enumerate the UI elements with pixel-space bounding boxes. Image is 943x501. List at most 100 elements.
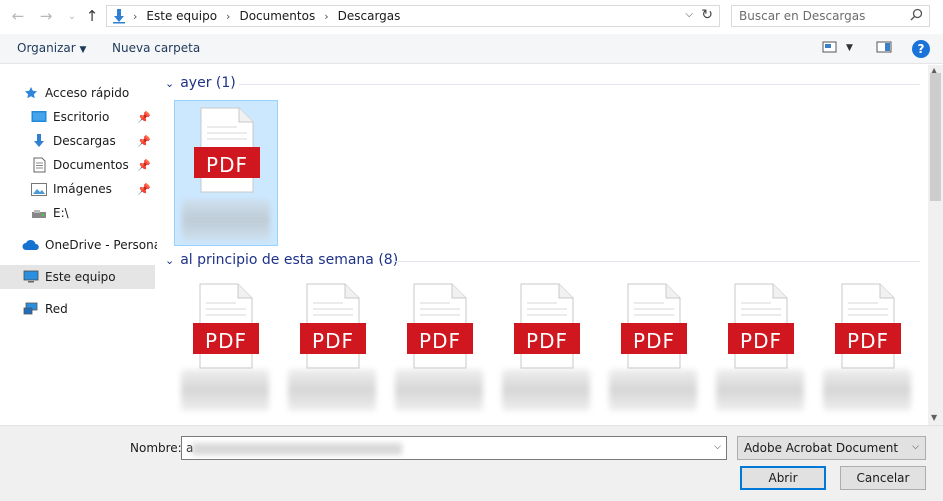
breadcrumb-este-equipo[interactable]: Este equipo bbox=[146, 9, 217, 23]
sidebar-item-onedrive[interactable]: OneDrive - Personal bbox=[22, 233, 164, 257]
address-history-chevron-icon[interactable]: ⌵ bbox=[685, 9, 693, 20]
pdf-file-icon: PDF bbox=[404, 283, 476, 372]
group-divider bbox=[239, 84, 920, 85]
up-arrow-icon[interactable]: ↑ bbox=[82, 6, 102, 26]
vertical-scrollbar[interactable]: ▲ ▼ bbox=[928, 65, 943, 425]
pdf-label: PDF bbox=[633, 329, 675, 353]
network-icon bbox=[22, 301, 40, 317]
preview-pane-icon[interactable] bbox=[876, 40, 892, 57]
sidebar-item-red[interactable]: Red bbox=[22, 297, 155, 321]
sidebar-item-imagenes[interactable]: Imágenes 📌 bbox=[30, 177, 155, 201]
download-arrow-icon bbox=[111, 8, 127, 24]
help-icon[interactable]: ? bbox=[912, 40, 930, 58]
pdf-file-icon: PDF bbox=[190, 283, 262, 372]
breadcrumb-separator-icon: › bbox=[133, 9, 138, 23]
new-folder-button[interactable]: Nueva carpeta bbox=[112, 41, 200, 55]
sidebar-item-label: Documentos bbox=[53, 158, 129, 172]
breadcrumb-separator-icon: › bbox=[226, 9, 231, 23]
documents-icon bbox=[30, 157, 48, 173]
usb-drive-icon bbox=[30, 205, 48, 221]
pdf-label: PDF bbox=[206, 153, 248, 177]
dropdown-arrow-icon: ▼ bbox=[79, 45, 87, 55]
pdf-file-icon: PDF bbox=[725, 283, 797, 372]
download-arrow-icon bbox=[30, 133, 48, 149]
file-item[interactable]: PDF bbox=[816, 277, 920, 423]
search-box[interactable]: Buscar en Descargas bbox=[731, 5, 930, 27]
file-name bbox=[609, 369, 697, 411]
file-item[interactable]: PDF bbox=[709, 277, 813, 423]
file-type-select[interactable]: Adobe Acrobat Document ⌵ bbox=[737, 436, 926, 460]
pin-icon[interactable]: 📌 bbox=[137, 135, 151, 148]
pin-icon[interactable]: 📌 bbox=[137, 111, 151, 124]
organize-label: Organizar bbox=[17, 41, 76, 55]
file-item[interactable]: PDF bbox=[281, 277, 385, 423]
sidebar-item-descargas[interactable]: Descargas 📌 bbox=[30, 129, 155, 153]
pdf-file-icon: PDF bbox=[832, 283, 904, 372]
sidebar-item-label: Red bbox=[45, 302, 68, 316]
view-dropdown-arrow-icon[interactable]: ▼ bbox=[846, 43, 853, 53]
group-header-esta-semana[interactable]: ⌄ al principio de esta semana (8) bbox=[165, 252, 398, 268]
sidebar-item-label: Escritorio bbox=[53, 110, 110, 124]
file-name-label: Nombre: bbox=[130, 441, 182, 455]
sidebar-item-documentos[interactable]: Documentos 📌 bbox=[30, 153, 155, 177]
file-item[interactable]: PDF bbox=[174, 100, 278, 246]
breadcrumb-separator-icon: › bbox=[324, 9, 329, 23]
sidebar-item-label: Acceso rápido bbox=[45, 86, 130, 100]
file-item[interactable]: PDF bbox=[495, 277, 599, 423]
pin-icon[interactable]: 📌 bbox=[137, 159, 151, 172]
navigation-bar: ← → ⌄ ↑ › Este equipo › Documentos › Des… bbox=[0, 0, 943, 34]
sidebar-item-escritorio[interactable]: Escritorio 📌 bbox=[30, 105, 155, 129]
forward-arrow-icon[interactable]: → bbox=[36, 6, 56, 26]
breadcrumb-descargas[interactable]: Descargas bbox=[338, 9, 401, 23]
search-icon[interactable] bbox=[910, 8, 923, 25]
sidebar-item-este-equipo[interactable]: Este equipo bbox=[0, 265, 155, 289]
pdf-label: PDF bbox=[526, 329, 568, 353]
chevron-down-icon[interactable]: ⌵ bbox=[714, 442, 721, 452]
collapse-chevron-icon[interactable]: ⌄ bbox=[165, 254, 174, 267]
desktop-folder-icon bbox=[30, 109, 48, 125]
scrollbar-thumb[interactable] bbox=[930, 73, 941, 201]
open-button[interactable]: Abrir bbox=[740, 466, 826, 490]
group-divider bbox=[393, 261, 920, 262]
sidebar-item-label: Descargas bbox=[53, 134, 116, 148]
pdf-label: PDF bbox=[847, 329, 889, 353]
pdf-file-icon: PDF bbox=[191, 107, 263, 196]
back-arrow-icon[interactable]: ← bbox=[8, 6, 28, 26]
file-item[interactable]: PDF bbox=[388, 277, 492, 423]
navigation-pane: Acceso rápido Escritorio 📌 Descargas 📌 D… bbox=[0, 65, 164, 425]
file-item[interactable]: PDF bbox=[174, 277, 278, 423]
address-bar[interactable]: › Este equipo › Documentos › Descargas ⌵… bbox=[106, 5, 720, 27]
cancel-button[interactable]: Cancelar bbox=[840, 466, 926, 490]
pdf-label: PDF bbox=[740, 329, 782, 353]
pin-icon[interactable]: 📌 bbox=[137, 183, 151, 196]
file-name bbox=[716, 369, 804, 411]
collapse-chevron-icon[interactable]: ⌄ bbox=[165, 77, 174, 90]
pdf-label: PDF bbox=[205, 329, 247, 353]
refresh-icon[interactable]: ↻ bbox=[701, 7, 713, 23]
pdf-label: PDF bbox=[419, 329, 461, 353]
scroll-down-arrow-icon[interactable]: ▼ bbox=[931, 413, 937, 422]
file-name bbox=[395, 369, 483, 411]
file-name-input[interactable]: a ⌵ bbox=[181, 436, 727, 460]
group-header-ayer[interactable]: ⌄ ayer (1) bbox=[165, 75, 236, 91]
sidebar-item-quick-access[interactable]: Acceso rápido bbox=[22, 81, 155, 105]
sidebar-item-label: OneDrive - Personal bbox=[45, 238, 165, 252]
file-name-redacted bbox=[192, 443, 402, 455]
recent-locations-chevron-icon[interactable]: ⌄ bbox=[62, 6, 82, 26]
view-options-icon[interactable] bbox=[822, 40, 838, 57]
file-name bbox=[288, 369, 376, 411]
file-dialog-footer: Nombre: a ⌵ Adobe Acrobat Document ⌵ Abr… bbox=[0, 425, 943, 501]
pdf-label: PDF bbox=[312, 329, 354, 353]
pictures-icon bbox=[30, 181, 48, 197]
sidebar-item-e-drive[interactable]: E:\ bbox=[30, 201, 155, 225]
file-item[interactable]: PDF bbox=[602, 277, 706, 423]
organize-button[interactable]: Organizar ▼ bbox=[17, 41, 86, 55]
breadcrumb-documentos[interactable]: Documentos bbox=[239, 9, 315, 23]
group-title: ayer (1) bbox=[180, 75, 236, 91]
search-placeholder: Buscar en Descargas bbox=[739, 9, 866, 23]
group-title: al principio de esta semana (8) bbox=[180, 252, 399, 268]
pdf-file-icon: PDF bbox=[297, 283, 369, 372]
cloud-icon bbox=[22, 237, 40, 253]
file-name bbox=[182, 199, 270, 241]
chevron-down-icon: ⌵ bbox=[912, 442, 919, 452]
